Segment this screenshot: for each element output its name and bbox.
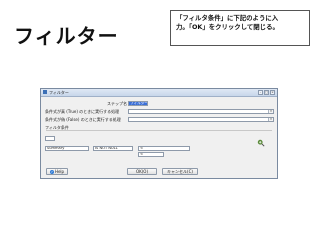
slide-title: フィルター <box>14 24 119 48</box>
help-button[interactable]: ? Help <box>46 168 68 175</box>
filter-dialog: フィルター – □ × ステップ名 フィルター 条件式が真 (True) のとき… <box>40 88 278 179</box>
true-action-select[interactable]: ▾ <box>128 109 274 114</box>
help-icon: ? <box>49 170 54 174</box>
ok-button[interactable]: OK(O) <box>127 168 157 175</box>
minimize-icon[interactable]: – <box>258 90 263 95</box>
condition-value-input[interactable]: < <box>138 146 190 151</box>
close-icon[interactable]: × <box>270 90 275 95</box>
dialog-titlebar: フィルター – □ × <box>41 89 277 97</box>
dialog-title: フィルター <box>49 90 69 95</box>
condition-value-2-input[interactable]: < <box>138 152 164 157</box>
window-controls: – □ × <box>258 90 275 95</box>
callout-line-2: 力。「OK」をクリックして閉じる。 <box>176 23 279 31</box>
false-action-label: 条件式が偽 (False) のときに実行する処理 <box>45 117 121 122</box>
app-icon <box>43 90 47 94</box>
add-condition-icon[interactable] <box>257 139 265 147</box>
chevron-down-icon[interactable]: ▾ <box>268 118 273 121</box>
maximize-icon[interactable]: □ <box>264 90 269 95</box>
callout-line-1: 「フィルタ条件」に下記のように入 <box>176 14 279 22</box>
step-name-input[interactable]: フィルター <box>128 101 148 106</box>
condition-operator-box[interactable] <box>45 136 55 141</box>
step-name-label: ステップ名 <box>107 101 127 106</box>
condition-function-input[interactable]: IS NOT NULL <box>93 146 133 151</box>
true-action-label: 条件式が真 (True) のときに実行する処理 <box>45 109 120 114</box>
false-action-select[interactable]: ▾ <box>128 117 274 122</box>
chevron-down-icon[interactable]: ▾ <box>268 110 273 113</box>
instruction-callout: 「フィルタ条件」に下記のように入 力。「OK」をクリックして閉じる。 <box>170 10 310 46</box>
section-divider <box>46 130 272 131</box>
help-button-label: Help <box>54 169 65 174</box>
condition-field-input[interactable]: Summary <box>45 146 89 151</box>
cancel-button[interactable]: キャンセル(C) <box>162 168 198 175</box>
